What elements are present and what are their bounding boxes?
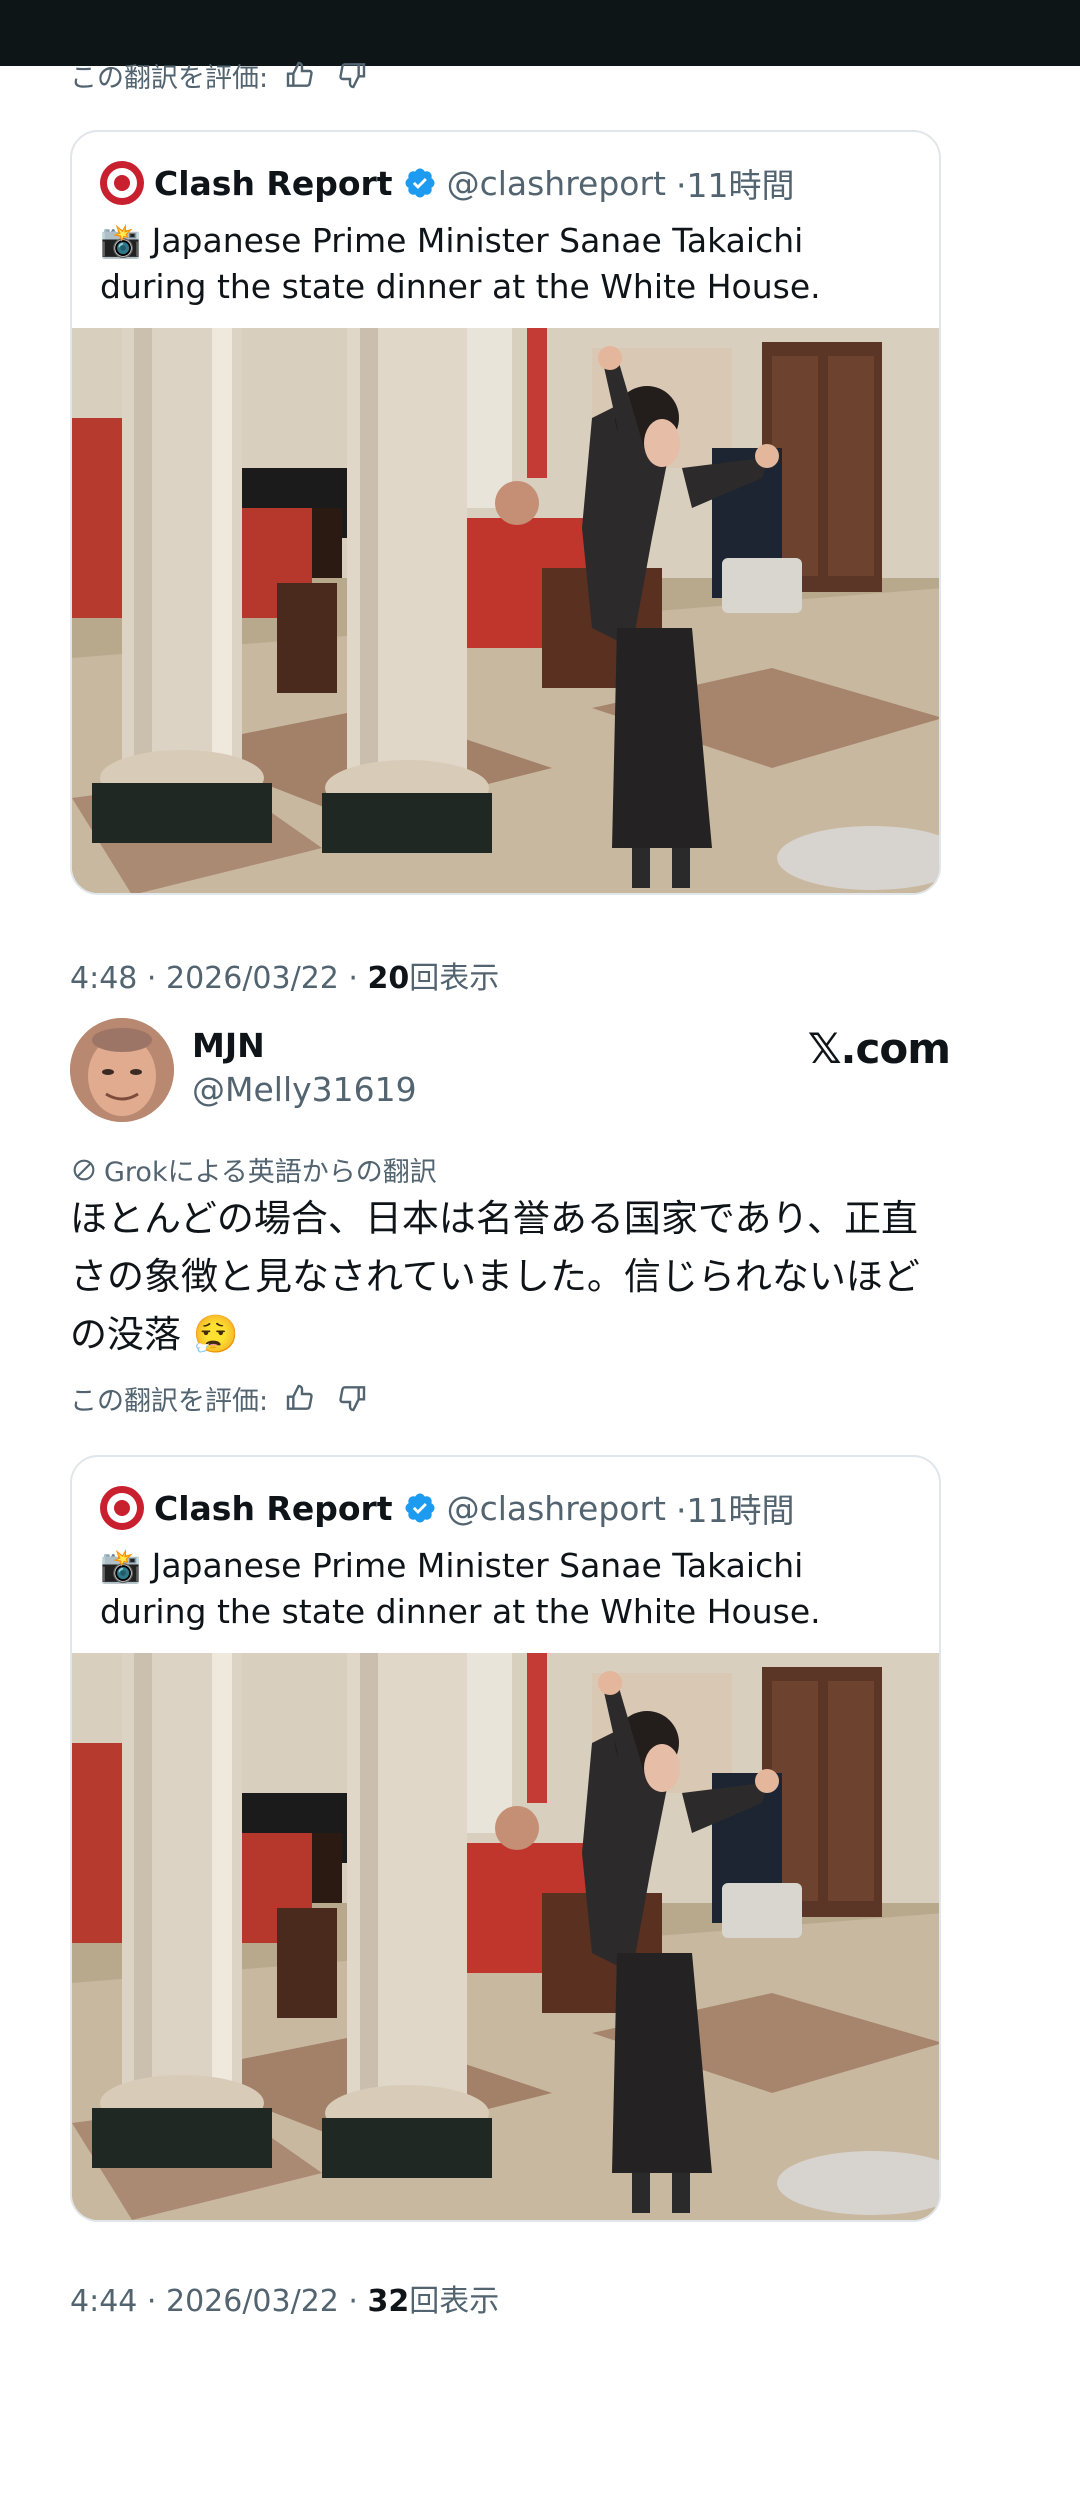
view-count-2: 32 (367, 2284, 410, 2319)
tweet-meta-2: 4:44 · 2026/03/22 · 32回表示 (70, 2276, 499, 2320)
state-dinner-photo (72, 328, 941, 895)
view-label: 回表示 (409, 961, 500, 996)
camera-emoji: 📸 (100, 1546, 142, 1585)
quoted-author-name-2: Clash Report (154, 1488, 393, 1528)
rate-translation-row-2: この翻訳を評価: (70, 1378, 372, 1418)
rate-translation-label: この翻訳を評価: (70, 62, 269, 94)
quoted-tweet-time: ·11時間 (676, 166, 795, 205)
quoted-tweet-body: Japanese Prime Minister Sanae Takaichi d… (100, 221, 821, 306)
quoted-tweet-photo[interactable] (72, 328, 941, 895)
quoted-tweet-body-2: Japanese Prime Minister Sanae Takaichi d… (100, 1546, 821, 1631)
thumbs-down-icon[interactable] (332, 1378, 372, 1418)
tweet-author: MJN @Melly31619 𝕏.com (70, 1018, 951, 1124)
translation-note-text: Grokによる英語からの翻訳 (104, 1157, 437, 1188)
tweet-body-text: ほとんどの場合、日本は名誉ある国家であり、正直さの象徴と見なされていました。信じ… (70, 1197, 920, 1356)
author-name[interactable]: MJN (192, 1026, 265, 1065)
quoted-author-name: Clash Report (154, 163, 393, 203)
verified-badge-icon (405, 168, 435, 198)
tweet-timestamp-2[interactable]: 4:44 · 2026/03/22 · (70, 2284, 368, 2319)
camera-emoji: 📸 (100, 221, 142, 260)
avatar-image (70, 1018, 174, 1122)
quoted-tweet-text-2: 📸 Japanese Prime Minister Sanae Takaichi… (100, 1543, 920, 1635)
quoted-tweet-photo-2[interactable] (72, 1653, 941, 2220)
avatar[interactable] (70, 1018, 174, 1122)
author-handle[interactable]: @Melly31619 (192, 1070, 417, 1109)
rate-translation-label-2: この翻訳を評価: (70, 1385, 269, 1417)
x-com-watermark: 𝕏.com (807, 1024, 951, 1073)
view-count: 20 (367, 961, 410, 996)
tweet-meta: 4:48 · 2026/03/22 · 20回表示 (70, 953, 499, 997)
quoted-tweet-card[interactable]: Clash Report @clashreport ·11時間 📸 Japane… (70, 130, 941, 895)
translate-icon (73, 1159, 95, 1180)
clash-report-avatar (100, 161, 144, 205)
quoted-author-handle-2: @clashreport (446, 1488, 666, 1528)
tweet-timestamp[interactable]: 4:48 · 2026/03/22 · (70, 961, 368, 996)
state-dinner-photo-2 (72, 1653, 941, 2220)
quoted-author-handle: @clashreport (446, 163, 666, 203)
quoted-tweet-header: Clash Report @clashreport ·11時間 (100, 158, 794, 208)
verified-badge-icon (405, 1493, 435, 1523)
thumbs-up-icon[interactable] (280, 55, 320, 95)
quoted-tweet-text: 📸 Japanese Prime Minister Sanae Takaichi… (100, 218, 920, 310)
rate-translation-row: この翻訳を評価: (70, 55, 372, 95)
thumbs-up-icon[interactable] (280, 1378, 320, 1418)
translation-note: Grokによる英語からの翻訳 (70, 1150, 437, 1189)
quoted-tweet-header-2: Clash Report @clashreport ·11時間 (100, 1483, 794, 1533)
view-label-2: 回表示 (409, 2284, 500, 2319)
quoted-tweet-card-2[interactable]: Clash Report @clashreport ·11時間 📸 Japane… (70, 1455, 941, 2222)
clash-report-avatar (100, 1486, 144, 1530)
quoted-tweet-time-2: ·11時間 (676, 1491, 795, 1530)
thumbs-down-icon[interactable] (332, 55, 372, 95)
